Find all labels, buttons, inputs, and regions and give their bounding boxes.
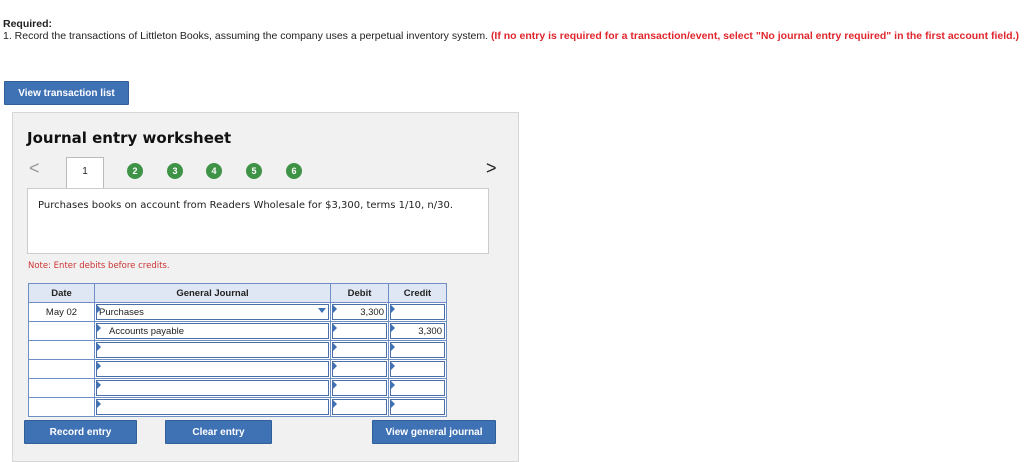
debit-value: 3,300 bbox=[360, 306, 384, 318]
account-cell[interactable] bbox=[94, 397, 331, 417]
tab-2[interactable]: 2 bbox=[127, 163, 143, 179]
account-cell[interactable] bbox=[94, 378, 331, 398]
credit-cell[interactable] bbox=[388, 302, 447, 322]
input-marker-icon bbox=[97, 400, 101, 408]
credit-cell[interactable] bbox=[388, 359, 447, 379]
worksheet-title: Journal entry worksheet bbox=[27, 129, 232, 147]
date-cell bbox=[28, 397, 95, 417]
tab-5[interactable]: 5 bbox=[246, 163, 262, 179]
account-cell[interactable] bbox=[94, 359, 331, 379]
journal-header-row: Date General Journal Debit Credit bbox=[28, 283, 447, 303]
date-cell bbox=[28, 321, 95, 341]
table-row: May 02 Purchases 3,300 bbox=[28, 302, 447, 322]
tab-3[interactable]: 3 bbox=[167, 163, 183, 179]
account-cell[interactable]: Purchases bbox=[94, 302, 331, 322]
account-value: Purchases bbox=[99, 306, 144, 318]
clear-entry-button[interactable]: Clear entry bbox=[165, 420, 272, 444]
date-cell bbox=[28, 378, 95, 398]
debit-cell[interactable] bbox=[330, 378, 389, 398]
view-transaction-list-button[interactable]: View transaction list bbox=[4, 81, 129, 105]
input-marker-icon bbox=[333, 324, 337, 332]
input-marker-icon bbox=[97, 305, 101, 313]
debit-cell[interactable] bbox=[330, 397, 389, 417]
input-marker-icon bbox=[97, 324, 101, 332]
input-marker-icon bbox=[333, 381, 337, 389]
table-row bbox=[28, 397, 447, 417]
credit-value: 3,300 bbox=[418, 325, 442, 337]
prev-arrow-icon[interactable]: < bbox=[29, 158, 40, 179]
date-cell bbox=[28, 359, 95, 379]
next-arrow-icon[interactable]: > bbox=[486, 158, 497, 179]
input-marker-icon bbox=[333, 343, 337, 351]
view-general-journal-button[interactable]: View general journal bbox=[372, 420, 496, 444]
input-marker-icon bbox=[97, 362, 101, 370]
description-text: Purchases books on account from Readers … bbox=[38, 200, 454, 211]
input-marker-icon bbox=[97, 381, 101, 389]
debit-cell[interactable] bbox=[330, 321, 389, 341]
input-marker-icon bbox=[391, 381, 395, 389]
instruction-text: 1. Record the transactions of Littleton … bbox=[3, 30, 489, 42]
debit-cell[interactable] bbox=[330, 340, 389, 360]
journal-table: Date General Journal Debit Credit May 02… bbox=[28, 283, 447, 417]
date-cell bbox=[28, 340, 95, 360]
required-instructions: Required: 1. Record the transactions of … bbox=[3, 18, 1023, 42]
table-row bbox=[28, 378, 447, 398]
account-cell[interactable]: Accounts payable bbox=[94, 321, 331, 341]
instruction-note: (If no entry is required for a transacti… bbox=[490, 30, 1019, 42]
debit-cell[interactable] bbox=[330, 359, 389, 379]
table-row: Accounts payable 3,300 bbox=[28, 321, 447, 341]
input-marker-icon bbox=[333, 362, 337, 370]
date-cell: May 02 bbox=[28, 302, 95, 322]
col-date: Date bbox=[28, 283, 95, 303]
input-marker-icon bbox=[97, 343, 101, 351]
credit-cell[interactable]: 3,300 bbox=[388, 321, 447, 341]
tab-6[interactable]: 6 bbox=[286, 163, 302, 179]
table-row bbox=[28, 340, 447, 360]
record-entry-button[interactable]: Record entry bbox=[24, 420, 137, 444]
input-marker-icon bbox=[391, 324, 395, 332]
input-marker-icon bbox=[391, 305, 395, 313]
debit-credit-note: Note: Enter debits before credits. bbox=[28, 261, 170, 271]
credit-cell[interactable] bbox=[388, 397, 447, 417]
input-marker-icon bbox=[391, 362, 395, 370]
chevron-down-icon[interactable] bbox=[318, 308, 326, 313]
input-marker-icon bbox=[391, 343, 395, 351]
table-row bbox=[28, 359, 447, 379]
tab-1[interactable]: 1 bbox=[66, 157, 104, 189]
credit-cell[interactable] bbox=[388, 378, 447, 398]
input-marker-icon bbox=[333, 305, 337, 313]
required-label: Required: bbox=[3, 18, 53, 30]
transaction-description: Purchases books on account from Readers … bbox=[27, 188, 489, 254]
account-value: Accounts payable bbox=[109, 325, 184, 337]
col-credit: Credit bbox=[388, 283, 447, 303]
col-debit: Debit bbox=[330, 283, 389, 303]
input-marker-icon bbox=[391, 400, 395, 408]
credit-cell[interactable] bbox=[388, 340, 447, 360]
input-marker-icon bbox=[333, 400, 337, 408]
account-cell[interactable] bbox=[94, 340, 331, 360]
debit-cell[interactable]: 3,300 bbox=[330, 302, 389, 322]
journal-entry-worksheet: Journal entry worksheet < > 1 2 3 4 5 6 … bbox=[12, 112, 519, 462]
col-general-journal: General Journal bbox=[94, 283, 331, 303]
tab-4[interactable]: 4 bbox=[206, 163, 222, 179]
